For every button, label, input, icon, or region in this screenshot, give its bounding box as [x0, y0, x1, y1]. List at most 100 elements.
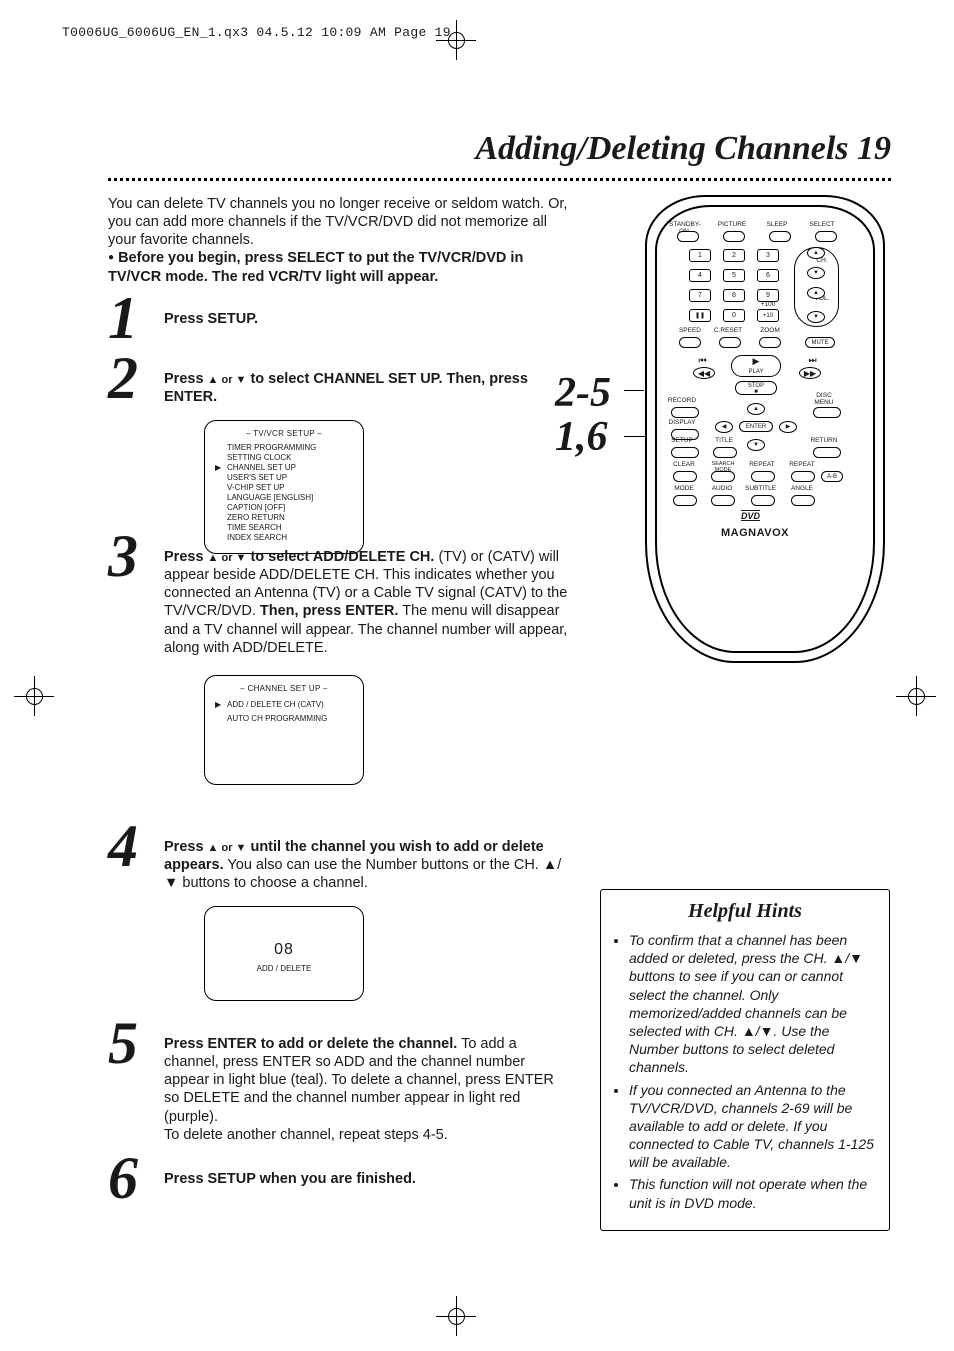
digit-8: 8 — [723, 289, 745, 302]
callout-line — [624, 390, 644, 391]
step-1-text: Press SETUP. — [164, 311, 258, 327]
subtitle-button — [751, 495, 775, 506]
label-display: DISPLAY — [667, 419, 697, 426]
label-setup: SETUP — [667, 437, 697, 444]
dpad-up: ▲ — [747, 403, 765, 415]
plus10-button: +10 — [757, 309, 779, 322]
label-zoom: ZOOM — [755, 327, 785, 334]
digit-0: 0 — [723, 309, 745, 322]
play-button: ▶PLAY — [731, 355, 781, 377]
label-angle: ANGLE — [787, 485, 817, 492]
osd-header: – TV/VCR SETUP – — [215, 429, 353, 439]
label-clear: CLEAR — [669, 461, 699, 468]
label-sleep: SLEEP — [762, 221, 792, 228]
osd-line: TIMER PROGRAMMING — [227, 443, 353, 453]
vol-up-button: ▲ — [807, 287, 825, 299]
intro-bullet: Before you begin, press SELECT to put th… — [108, 250, 523, 284]
label-audio: AUDIO — [707, 485, 737, 492]
step-5-text2: To delete another channel, repeat steps … — [164, 1127, 448, 1143]
osd-channel-display: 08 ADD / DELETE — [204, 906, 364, 1001]
step-4-text: You also can use the Number buttons or t… — [164, 857, 561, 891]
searchmode-button — [711, 471, 735, 482]
clear-button — [673, 471, 697, 482]
step-number: 6 — [108, 1148, 138, 1208]
zoom-button — [759, 337, 781, 348]
creset-button — [719, 337, 741, 348]
ff-button: ▶▶ — [799, 367, 821, 379]
vol-down-button: ▼ — [807, 311, 825, 323]
osd-channel-number: 08 — [215, 940, 353, 960]
prev-icon: ⏮ — [695, 355, 710, 366]
intro-text: You can delete TV channels you no longer… — [108, 196, 567, 248]
step-number: 1 — [108, 288, 138, 348]
step-3-bold2: Then, press ENTER. — [260, 603, 399, 619]
remote-diagram: STANDBY-ON PICTURE SLEEP SELECT 1 2 3 4 … — [645, 195, 885, 663]
label-picture: PICTURE — [717, 221, 747, 228]
dpad-right: ▶ — [779, 421, 797, 433]
dpad-down: ▼ — [747, 439, 765, 451]
picture-button — [723, 231, 745, 242]
osd-line: ZERO RETURN — [227, 513, 353, 523]
osd-line: AUTO CH PROGRAMMING — [227, 714, 353, 724]
pause-button: ❚❚ — [689, 309, 711, 322]
helpful-hints: Helpful Hints To confirm that a channel … — [600, 889, 890, 1231]
step-1: 1 Press SETUP. — [108, 310, 568, 328]
digit-4: 4 — [689, 269, 711, 282]
angle-button — [791, 495, 815, 506]
label-creset: C.RESET — [713, 327, 743, 334]
label-speed: SPEED — [675, 327, 705, 334]
step-number: 4 — [108, 816, 138, 876]
digit-3: 3 — [757, 249, 779, 262]
stop-button: STOP■ — [735, 381, 777, 395]
dpad-left: ◀ — [715, 421, 733, 433]
callout-2-5: 2-5 — [555, 372, 611, 414]
label-mode: MODE — [669, 485, 699, 492]
disc-menu-button — [813, 407, 841, 418]
step-6-text: Press SETUP when you are finished. — [164, 1171, 416, 1187]
pointer-icon: ▶ — [215, 700, 221, 710]
setup-button — [671, 447, 699, 458]
mute-button: MUTE — [805, 337, 835, 348]
osd-header: – CHANNEL SET UP – — [215, 684, 353, 694]
rew-button: ◀◀ — [693, 367, 715, 379]
callout-line — [624, 436, 646, 437]
next-icon: ⏭ — [805, 355, 820, 366]
osd-channel-setup: – CHANNEL SET UP – ▶ ADD / DELETE CH (CA… — [204, 675, 364, 785]
ch-down-button: ▼ — [807, 267, 825, 279]
step-6: 6 Press SETUP when you are finished. — [108, 1170, 568, 1188]
digit-1: 1 — [689, 249, 711, 262]
label-plus100: +100 — [753, 301, 783, 308]
osd-line: LANGUAGE [ENGLISH] — [227, 493, 353, 503]
repeat2-button — [791, 471, 815, 482]
label-repeat: REPEAT — [747, 461, 777, 468]
mode-button — [673, 495, 697, 506]
step-2: 2 Press ▲ or ▼ to select CHANNEL SET UP.… — [108, 370, 568, 554]
label-subtitle: SUBTITLE — [745, 485, 775, 492]
step-5-bold: Press ENTER to add or delete the channel… — [164, 1036, 457, 1052]
osd-line: INDEX SEARCH — [227, 533, 353, 543]
print-header: T0006UG_6006UG_EN_1.qx3 04.5.12 10:09 AM… — [62, 25, 451, 40]
remote-callouts: 2-5 1,6 — [555, 372, 611, 458]
crop-mark-icon — [440, 24, 474, 58]
digit-5: 5 — [723, 269, 745, 282]
a-b-button: A-B — [821, 471, 843, 482]
step-3: 3 Press ▲ or ▼ to select ADD/DELETE CH. … — [108, 548, 568, 785]
step-4: 4 Press ▲ or ▼ until the channel you wis… — [108, 838, 568, 1001]
osd-line: ADD / DELETE CH (CATV) — [227, 700, 353, 710]
up-down-icon: ▲ or ▼ — [208, 552, 247, 564]
hint-item: This function will not operate when the … — [629, 1175, 875, 1211]
step-2-prefix: Press — [164, 371, 208, 387]
sleep-button — [769, 231, 791, 242]
osd-tvvcr-setup: – TV/VCR SETUP – TIMER PROGRAMMING SETTI… — [204, 420, 364, 554]
hints-header: Helpful Hints — [615, 900, 875, 923]
intro-block: You can delete TV channels you no longer… — [108, 195, 568, 286]
osd-line: V-CHIP SET UP — [227, 483, 353, 493]
hint-item: If you connected an Antenna to the TV/VC… — [629, 1081, 875, 1172]
osd-line: TIME SEARCH — [227, 523, 353, 533]
select-button — [815, 231, 837, 242]
audio-button — [711, 495, 735, 506]
brand-label: MAGNAVOX — [721, 527, 789, 539]
label-title: TITLE — [709, 437, 739, 444]
record-button — [671, 407, 699, 418]
ch-up-button: ▲ — [807, 247, 825, 259]
